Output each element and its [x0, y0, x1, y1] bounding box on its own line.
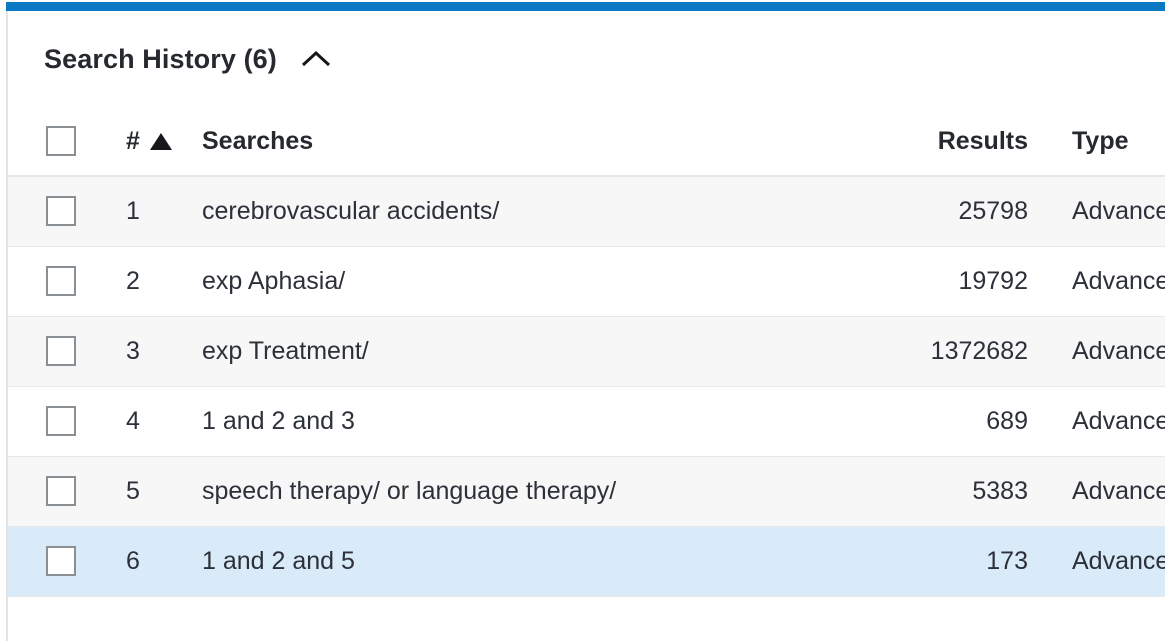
row-search-type: Advanced: [1028, 316, 1165, 387]
chevron-up-icon: [300, 49, 332, 69]
row-checkbox[interactable]: [46, 406, 76, 437]
table-row[interactable]: 3exp Treatment/1372682Advanced: [8, 316, 1165, 387]
search-history-screen: Search History (6) # Searches Results Ty…: [0, 0, 1165, 641]
sort-by-number-control[interactable]: #: [126, 127, 172, 156]
table-row[interactable]: 2exp Aphasia/19792Advanced: [8, 246, 1165, 317]
row-results-count[interactable]: 1372682: [882, 316, 1028, 387]
row-number: 4: [112, 386, 202, 457]
table-row[interactable]: 41 and 2 and 3689Advanced: [8, 386, 1165, 457]
row-select-cell: [8, 386, 112, 457]
row-query[interactable]: 1 and 2 and 3: [202, 386, 882, 457]
row-select-cell: [8, 316, 112, 387]
row-select-cell: [8, 526, 112, 597]
table-body: 1cerebrovascular accidents/25798Advanced…: [8, 176, 1165, 597]
search-history-table: # Searches Results Type 1 cerebrovascular…: [8, 107, 1165, 597]
column-header-type[interactable]: Type: [1028, 107, 1165, 177]
row-select-cell: [8, 176, 112, 247]
column-header-results[interactable]: Results: [882, 107, 1028, 177]
row-number: 5: [112, 456, 202, 527]
row-search-type: Advanced: [1028, 246, 1165, 317]
row-number: 2: [112, 246, 202, 317]
table-header-row: # Searches Results Type: [8, 107, 1165, 177]
row-query[interactable]: speech therapy/ or language therapy/: [202, 456, 882, 527]
row-checkbox[interactable]: [46, 546, 76, 577]
row-search-type: Advanced: [1028, 176, 1165, 247]
search-history-panel: Search History (6) # Searches Results Ty…: [6, 11, 1165, 641]
top-accent-bar: [6, 2, 1165, 11]
row-results-count[interactable]: 25798: [882, 176, 1028, 247]
row-select-cell: [8, 246, 112, 317]
row-checkbox[interactable]: [46, 266, 76, 297]
page-title: Search History (6): [44, 43, 277, 74]
column-header-number[interactable]: #: [112, 107, 202, 177]
column-header-searches[interactable]: Searches: [202, 107, 882, 177]
row-query[interactable]: exp Treatment/: [202, 316, 882, 387]
table-header: # Searches Results Type: [8, 107, 1165, 177]
table-row[interactable]: 61 and 2 and 5173Advanced: [8, 526, 1165, 597]
row-query[interactable]: cerebrovascular accidents/: [202, 176, 882, 247]
sort-ascending-icon: [149, 132, 172, 150]
row-query[interactable]: 1 and 2 and 5: [202, 526, 882, 597]
row-results-count[interactable]: 173: [882, 526, 1028, 597]
row-search-type: Advanced: [1028, 526, 1165, 597]
row-number: 6: [112, 526, 202, 597]
row-results-count[interactable]: 689: [882, 386, 1028, 457]
row-search-type: Advanced: [1028, 456, 1165, 527]
row-results-count[interactable]: 5383: [882, 456, 1028, 527]
row-search-type: Advanced: [1028, 386, 1165, 457]
row-number: 3: [112, 316, 202, 387]
table-row[interactable]: 5 speech therapy/ or language therapy/538…: [8, 456, 1165, 527]
row-select-cell: [8, 456, 112, 527]
select-all-checkbox[interactable]: [46, 126, 76, 157]
row-checkbox[interactable]: [46, 196, 76, 227]
collapse-panel-button[interactable]: [299, 42, 333, 76]
table-row[interactable]: 1cerebrovascular accidents/25798Advanced: [8, 176, 1165, 247]
column-header-number-label: #: [126, 126, 140, 155]
row-results-count[interactable]: 19792: [882, 246, 1028, 317]
panel-header: Search History (6): [8, 11, 1165, 107]
row-checkbox[interactable]: [46, 476, 76, 507]
row-query[interactable]: exp Aphasia/: [202, 246, 882, 317]
row-number: 1: [112, 176, 202, 247]
column-header-select-all: [8, 107, 112, 177]
row-checkbox[interactable]: [46, 336, 76, 367]
